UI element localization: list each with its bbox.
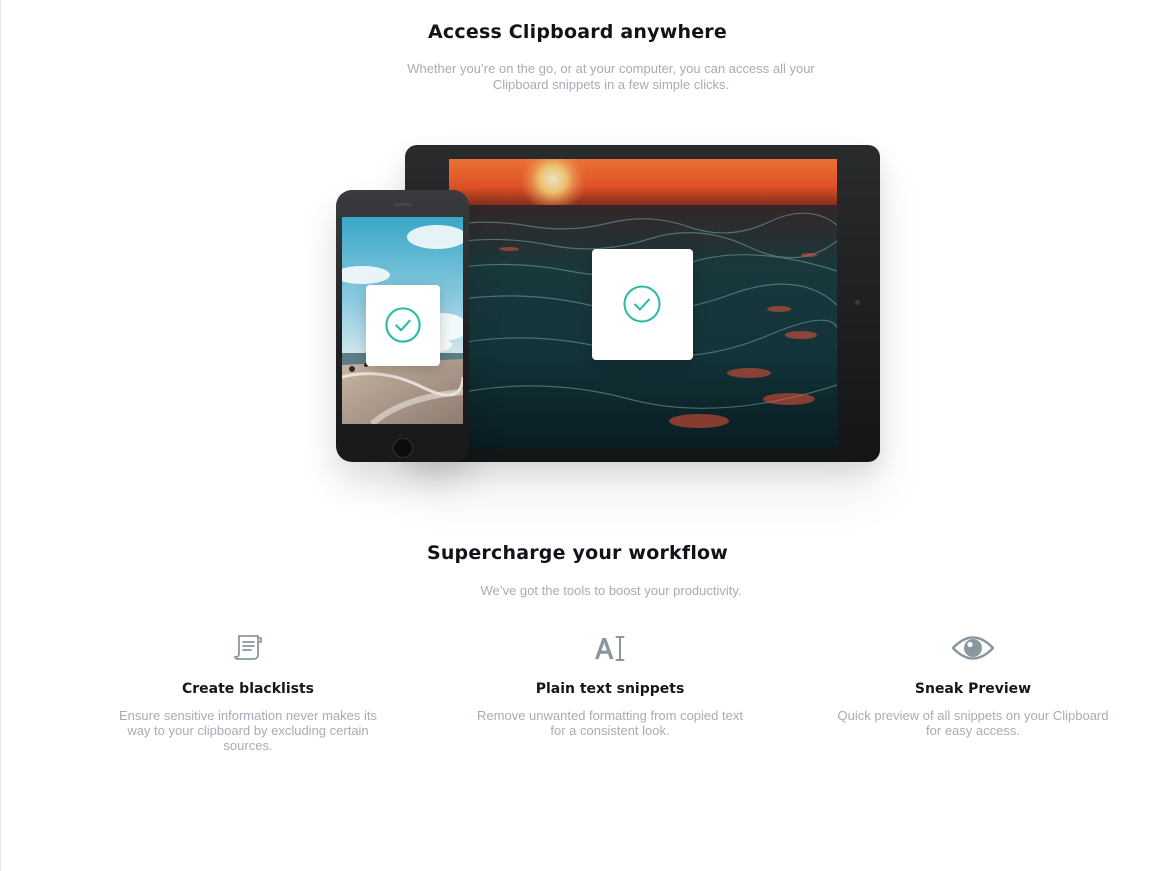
check-circle-icon bbox=[623, 285, 661, 323]
text-cursor-icon bbox=[595, 636, 625, 661]
phone-device bbox=[336, 190, 469, 462]
feature-description: Remove unwanted formatting from copied t… bbox=[460, 708, 760, 738]
subtitle-line: Whether you’re on the go, or at your com… bbox=[407, 61, 815, 76]
description-line: way to your clipboard by excluding certa… bbox=[127, 723, 369, 738]
check-circle-icon bbox=[385, 307, 421, 343]
phone-speaker bbox=[394, 203, 412, 206]
eye-icon bbox=[951, 636, 995, 660]
tablet-camera bbox=[855, 300, 860, 305]
section-title-supercharge: Supercharge your workflow bbox=[426, 542, 729, 564]
phone-check-card bbox=[366, 285, 440, 366]
section-subtitle-access: Whether you’re on the go, or at your com… bbox=[1, 61, 1153, 93]
section-subtitle-supercharge: We’ve got the tools to boost your produc… bbox=[480, 583, 742, 598]
description-line: Remove unwanted formatting from copied t… bbox=[477, 708, 743, 723]
tablet-check-card bbox=[592, 249, 693, 360]
subtitle-line: Clipboard snippets in a few simple click… bbox=[492, 77, 730, 92]
page: Access Clipboard anywhere Whether you’re… bbox=[0, 0, 1153, 871]
tablet-device bbox=[405, 145, 880, 462]
description-line: Ensure sensitive information never makes… bbox=[119, 708, 377, 723]
feature-description: Ensure sensitive information never makes… bbox=[98, 708, 398, 753]
description-line: Quick preview of all snippets on your Cl… bbox=[837, 708, 1109, 723]
feature-title: Plain text snippets bbox=[535, 681, 685, 697]
blacklist-document-icon bbox=[234, 635, 262, 660]
feature-description: Quick preview of all snippets on your Cl… bbox=[823, 708, 1123, 738]
description-line: sources. bbox=[223, 738, 273, 753]
feature-title: Create blacklists bbox=[181, 681, 314, 697]
description-line: for a consistent look. bbox=[550, 723, 670, 738]
phone-home-button bbox=[393, 438, 413, 458]
feature-title: Sneak Preview bbox=[914, 681, 1032, 697]
description-line: for easy access. bbox=[926, 723, 1020, 738]
section-title-access: Access Clipboard anywhere bbox=[428, 21, 727, 43]
